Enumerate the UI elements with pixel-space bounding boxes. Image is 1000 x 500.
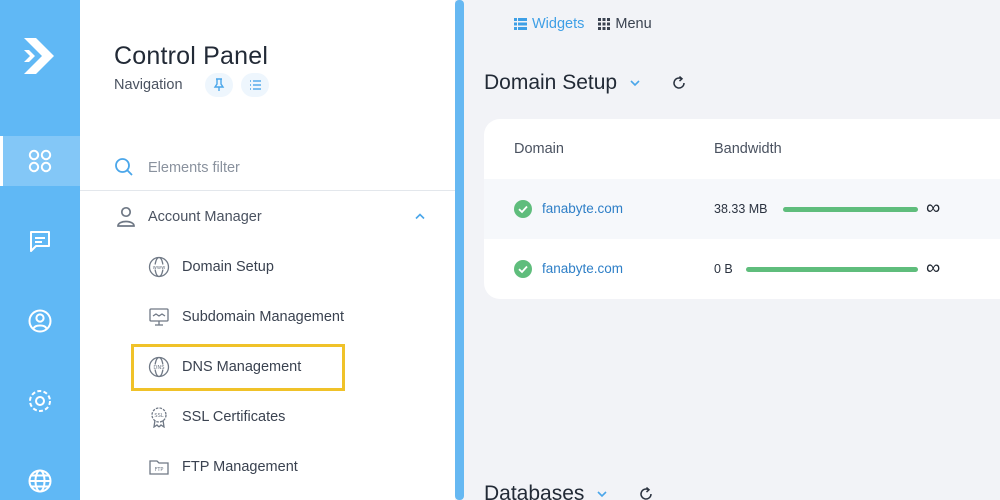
check-circle-icon: [514, 260, 532, 278]
rail-item-globe[interactable]: [0, 456, 80, 500]
refresh-icon[interactable]: [671, 75, 687, 91]
domain-setup-header: Domain Setup: [484, 71, 687, 95]
chat-icon: [30, 231, 50, 252]
nav-item-ssl-certificates[interactable]: SSL SSL Certificates: [80, 397, 455, 437]
monitor-icon: [149, 308, 169, 326]
user-circle-icon: [28, 309, 52, 333]
panel-title: Control Panel: [114, 42, 269, 70]
widgets-label: Widgets: [532, 16, 585, 32]
databases-title: Databases: [484, 482, 585, 500]
chevron-up-icon[interactable]: [414, 212, 426, 220]
nav-item-domain-setup[interactable]: www Domain Setup: [80, 247, 455, 287]
nav-item-label: FTP Management: [182, 459, 298, 475]
bandwidth-bar: [746, 267, 918, 272]
check-circle-icon: [514, 200, 532, 218]
table-row: fanabyte.com 38.33 MB ∞: [484, 179, 1000, 239]
view-toolbar: Widgets Menu: [514, 16, 652, 32]
ftp-folder-icon: FTP: [149, 460, 169, 475]
rail-item-account[interactable]: [0, 296, 80, 346]
bandwidth-value: 0 B: [714, 262, 733, 276]
menu-button[interactable]: Menu: [598, 16, 652, 32]
domain-setup-title: Domain Setup: [484, 71, 618, 94]
nav-item-label: Subdomain Management: [182, 309, 345, 325]
bandwidth-value: 38.33 MB: [714, 202, 768, 216]
pin-button[interactable]: [205, 73, 233, 97]
rail-item-apps[interactable]: [0, 136, 80, 186]
chevron-down-icon[interactable]: [596, 490, 608, 498]
search-icon: [115, 158, 133, 176]
svg-text:DNS: DNS: [153, 365, 164, 371]
domain-setup-card: Domain Bandwidth fanabyte.com 38.33 MB ∞…: [484, 119, 1000, 299]
panel-scrollbar[interactable]: [455, 0, 464, 500]
navigation-label: Navigation: [114, 77, 183, 93]
logo-arrow-icon[interactable]: [22, 36, 58, 76]
svg-text:SSL: SSL: [154, 413, 163, 419]
rail-item-settings[interactable]: [0, 376, 80, 426]
chevron-down-icon[interactable]: [629, 79, 641, 87]
svg-text:www: www: [153, 265, 166, 271]
nav-item-label: Domain Setup: [182, 259, 274, 275]
bandwidth-bar: [783, 207, 918, 212]
domain-link[interactable]: fanabyte.com: [542, 201, 623, 216]
table-row: fanabyte.com 0 B ∞: [484, 239, 1000, 299]
pin-icon: [213, 78, 225, 91]
www-globe-icon: www: [148, 256, 170, 278]
refresh-icon[interactable]: [638, 486, 654, 500]
elements-filter-input[interactable]: [148, 157, 428, 179]
nav-item-subdomain-management[interactable]: Subdomain Management: [80, 297, 455, 337]
nav-item-dns-management[interactable]: DNS DNS Management: [80, 347, 455, 387]
list-icon: [249, 80, 261, 90]
rail-item-chat[interactable]: [0, 216, 80, 266]
user-icon: [117, 206, 135, 227]
dns-globe-icon: DNS: [148, 356, 170, 378]
databases-header: Databases: [484, 482, 654, 500]
list-view-button[interactable]: [241, 73, 269, 97]
bandwidth-limit: ∞: [926, 257, 941, 279]
nav-item-ftp-management[interactable]: FTP FTP Management: [80, 447, 455, 487]
main-content: Widgets Menu Domain Setup Domain Bandwid…: [464, 0, 1000, 500]
settings-icon: [29, 390, 51, 412]
apps-grid-icon: [28, 149, 52, 173]
navigation-panel: Control Panel Navigation Account Manager: [80, 0, 455, 500]
menu-label: Menu: [615, 16, 652, 32]
widgets-button[interactable]: Widgets: [514, 16, 584, 32]
globe-icon: [28, 469, 52, 493]
domain-link[interactable]: fanabyte.com: [542, 261, 623, 276]
menu-grid-icon: [598, 18, 611, 30]
nav-item-label: DNS Management: [182, 359, 302, 375]
elements-filter: [80, 145, 455, 191]
widgets-list-icon: [514, 18, 527, 30]
column-header-domain: Domain: [514, 141, 564, 157]
nav-item-label: SSL Certificates: [182, 409, 286, 425]
svg-text:FTP: FTP: [155, 467, 164, 473]
account-manager-label: Account Manager: [148, 209, 262, 225]
icon-rail: [0, 0, 80, 500]
table-header: Domain Bandwidth: [484, 119, 1000, 179]
bandwidth-limit: ∞: [926, 197, 941, 219]
account-manager-group[interactable]: Account Manager: [80, 199, 455, 235]
ssl-badge-icon: SSL: [151, 407, 167, 428]
column-header-bandwidth: Bandwidth: [714, 141, 782, 157]
